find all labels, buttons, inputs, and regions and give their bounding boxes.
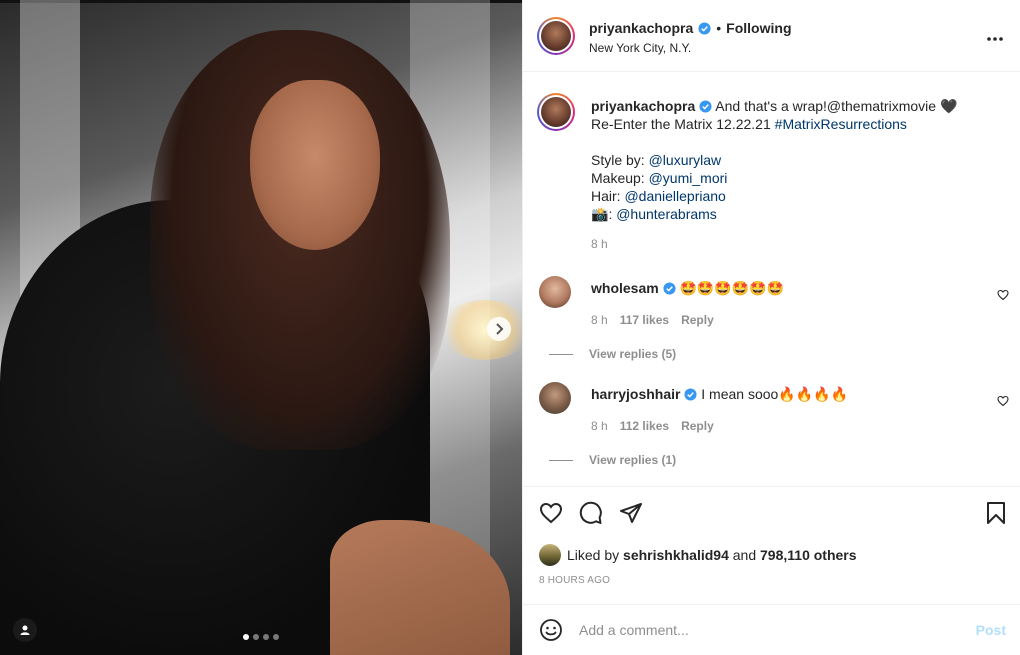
likes-summary: Liked by sehrishkhalid94 and 798,110 oth… xyxy=(539,544,857,566)
add-comment-bar: Post xyxy=(523,604,1020,655)
likes-count[interactable]: 798,110 others xyxy=(760,547,857,563)
posted-time[interactable]: 8 HOURS AGO xyxy=(539,575,610,586)
hair-mention[interactable]: @daniellepriano xyxy=(624,188,725,204)
camera-emoji: 📸 xyxy=(591,206,609,222)
more-options-button[interactable] xyxy=(986,29,1004,45)
liker-username[interactable]: sehrishkhalid94 xyxy=(623,547,729,563)
hair-label: Hair: xyxy=(591,188,625,204)
verified-badge-icon xyxy=(684,388,697,401)
commenter-avatar[interactable] xyxy=(539,382,571,414)
caption-hashtag[interactable]: #MatrixResurrections xyxy=(775,116,907,132)
view-replies-button[interactable]: View replies (5) xyxy=(549,347,676,361)
post-comment-button[interactable]: Post xyxy=(976,622,1006,638)
caption-username[interactable]: priyankachopra xyxy=(591,98,695,114)
view-replies-button[interactable]: View replies (1) xyxy=(549,453,676,467)
carousel-dot xyxy=(253,634,259,640)
replies-line xyxy=(549,459,573,461)
comment-text: 🤩🤩🤩🤩🤩🤩 xyxy=(679,280,785,296)
share-button[interactable] xyxy=(619,501,643,525)
comment-likes[interactable]: 112 likes xyxy=(620,419,669,433)
black-heart-emoji: 🖤 xyxy=(939,98,958,114)
carousel-next-button[interactable] xyxy=(487,317,511,341)
like-comment-button[interactable] xyxy=(997,288,1009,304)
post-actions: Liked by sehrishkhalid94 and 798,110 oth… xyxy=(523,486,1020,604)
author-username[interactable]: priyankachopra xyxy=(589,20,693,36)
makeup-mention[interactable]: @yumi_mori xyxy=(649,170,728,186)
more-horizontal-icon xyxy=(987,37,1003,41)
tagged-users-button[interactable] xyxy=(13,618,37,642)
replies-line xyxy=(549,353,573,355)
likes-middle: and xyxy=(728,547,761,563)
verified-badge-icon xyxy=(699,100,712,113)
photographer-mention[interactable]: @hunterabrams xyxy=(616,206,717,222)
author-avatar[interactable] xyxy=(537,17,575,55)
post-photo[interactable] xyxy=(0,0,522,655)
bookmark-icon xyxy=(987,502,1005,524)
comment-input[interactable] xyxy=(579,617,959,643)
post-sidebar: priyankachopra • Following New York City… xyxy=(522,0,1020,655)
instagram-post-modal: priyankachopra • Following New York City… xyxy=(0,0,1020,655)
caption-time[interactable]: 8 h xyxy=(591,237,608,251)
liker-avatar[interactable] xyxy=(539,544,561,566)
save-button[interactable] xyxy=(986,501,1006,528)
reply-button[interactable]: Reply xyxy=(681,419,714,433)
heart-outline-icon xyxy=(997,395,1009,407)
comment-bubble-icon xyxy=(579,501,602,524)
comments-section: priyankachopra And that's a wrap!@themat… xyxy=(523,73,1020,486)
caption-text: priyankachopra And that's a wrap!@themat… xyxy=(591,98,958,222)
smiley-icon xyxy=(540,619,562,641)
verified-badge-icon xyxy=(698,21,711,35)
reply-button[interactable]: Reply xyxy=(681,313,714,327)
comment-time[interactable]: 8 h xyxy=(591,313,608,327)
caption-line1-text: And that's a wrap! xyxy=(715,98,827,114)
commenter-username[interactable]: harryjoshhair xyxy=(591,386,680,402)
like-comment-button[interactable] xyxy=(997,394,1009,410)
heart-outline-icon xyxy=(997,289,1009,301)
separator-dot: • xyxy=(716,20,722,36)
emoji-button[interactable] xyxy=(539,618,563,645)
following-button[interactable]: Following xyxy=(726,20,791,36)
paper-plane-icon xyxy=(620,503,642,523)
post-location[interactable]: New York City, N.Y. xyxy=(589,41,691,55)
style-label: Style by: xyxy=(591,152,649,168)
view-replies-label: View replies (1) xyxy=(589,453,677,467)
post-header: priyankachopra • Following New York City… xyxy=(523,0,1020,72)
comment-likes[interactable]: 117 likes xyxy=(620,313,669,327)
style-mention[interactable]: @luxurylaw xyxy=(649,152,722,168)
chevron-right-icon xyxy=(496,323,504,335)
comment-item: harryjoshhair I mean sooo🔥🔥🔥🔥 8 h 112 li… xyxy=(539,382,1009,472)
caption-author-avatar[interactable] xyxy=(537,93,575,131)
carousel-indicator xyxy=(243,634,279,640)
comment-item: wholesam 🤩🤩🤩🤩🤩🤩 8 h 117 likes Reply View… xyxy=(539,276,1009,366)
heart-outline-icon xyxy=(539,502,563,524)
caption-line2-text: Re-Enter the Matrix 12.22.21 xyxy=(591,116,775,132)
carousel-dot xyxy=(273,634,279,640)
likes-prefix: Liked by xyxy=(567,547,624,563)
caption-mention-matrix[interactable]: @thematrixmovie xyxy=(827,98,936,114)
carousel-dot-active xyxy=(243,634,249,640)
makeup-label: Makeup: xyxy=(591,170,649,186)
like-button[interactable] xyxy=(539,501,563,525)
view-replies-label: View replies (5) xyxy=(589,347,677,361)
comment-text: I mean sooo🔥🔥🔥🔥 xyxy=(701,386,849,402)
commenter-avatar[interactable] xyxy=(539,276,571,308)
verified-badge-icon xyxy=(663,282,676,295)
face xyxy=(250,80,380,250)
user-icon xyxy=(20,625,30,635)
comment-time[interactable]: 8 h xyxy=(591,419,608,433)
comment-button[interactable] xyxy=(579,501,603,525)
carousel-dot xyxy=(263,634,269,640)
commenter-username[interactable]: wholesam xyxy=(591,280,659,296)
